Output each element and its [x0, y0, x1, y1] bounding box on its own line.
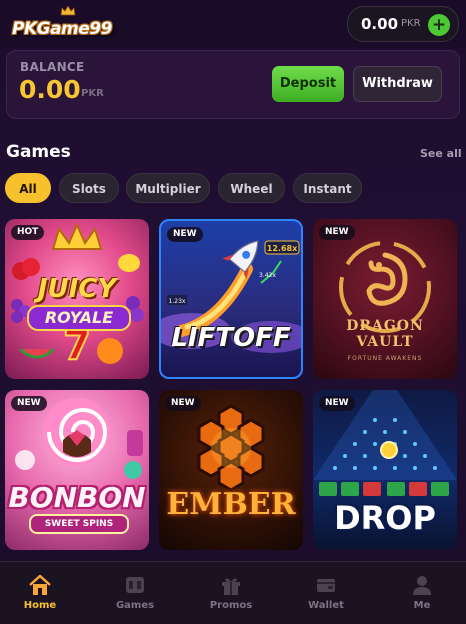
filter-chip-multiplier[interactable]: Multiplier	[126, 173, 210, 203]
deposit-button[interactable]: Deposit	[272, 66, 344, 102]
nav-item-home[interactable]: Home	[0, 562, 80, 624]
brand-logo[interactable]: PKGame99	[12, 6, 112, 42]
nav-label: Games	[115, 600, 155, 611]
game-title: DROP	[334, 499, 436, 537]
nav-item-games[interactable]: Games	[95, 562, 175, 624]
nav-label: Promos	[209, 600, 253, 611]
tile-badge: NEW	[319, 396, 355, 411]
tile-badge: NEW	[167, 227, 203, 242]
logo-wordmark: PKGame99	[12, 17, 112, 41]
game-title-line1: DRAGON	[346, 318, 424, 334]
tile-badge: NEW	[165, 396, 201, 411]
hexagon-lava-art	[197, 404, 265, 492]
game-title-line2: VAULT	[356, 334, 414, 350]
filter-chip-wheel[interactable]: Wheel	[218, 173, 285, 203]
multiplier-label-mid: 3.42x	[259, 272, 276, 279]
tile-badge: NEW	[11, 396, 47, 411]
header-balance-currency: PKR	[401, 18, 421, 29]
filter-chip-all[interactable]: All	[5, 173, 51, 203]
multiplier-label-high: 12.68x	[267, 244, 298, 253]
header-wallet-pill[interactable]: 0.00 PKR +	[347, 6, 459, 42]
add-funds-button[interactable]: +	[428, 14, 450, 36]
balance-amount: 0.00	[19, 75, 81, 104]
multiplier-label-low: 1.23x	[169, 298, 186, 305]
balance-card: BALANCE 0.00 PKR Deposit Withdraw	[6, 50, 460, 119]
nav-item-me[interactable]: Me	[382, 562, 462, 624]
games-icon	[126, 577, 144, 593]
game-tile-ember[interactable]: NEW EMBER	[159, 390, 303, 550]
see-all-link[interactable]: See all	[420, 147, 462, 161]
game-tile-juicy-royale[interactable]: 7 HOT JUICY ROYALE	[5, 219, 149, 379]
tile-badge: HOT	[11, 225, 45, 240]
app-header: PKGame99 0.00 PKR +	[0, 0, 466, 48]
filter-chip-slots[interactable]: Slots	[59, 173, 119, 203]
nav-label: Home	[23, 600, 57, 611]
games-section-title: Games	[6, 142, 71, 162]
game-title-line2: ROYALE	[27, 305, 131, 331]
home-icon	[29, 574, 51, 595]
balance-label: BALANCE	[20, 60, 85, 74]
crown-icon	[60, 6, 76, 16]
tile-badge: NEW	[319, 225, 355, 240]
game-title-line1: JUICY	[37, 274, 117, 304]
header-balance-amount: 0.00	[361, 15, 399, 33]
rocket-art: 12.68x 3.42x 1.23x	[161, 240, 301, 353]
nav-item-promos[interactable]: Promos	[191, 562, 271, 624]
game-title: LIFTOFF	[171, 323, 291, 353]
filter-chip-instant[interactable]: Instant	[293, 173, 362, 203]
game-tile-dragon-vault[interactable]: NEW DRAGON VAULT FORTUNE AWAKENS	[313, 219, 457, 379]
nav-item-wallet[interactable]: Wallet	[286, 562, 366, 624]
game-subtitle: FORTUNE AWAKENS	[347, 355, 423, 362]
nav-label: Wallet	[308, 600, 344, 611]
balance-currency: PKR	[81, 88, 104, 99]
withdraw-button[interactable]: Withdraw	[353, 66, 442, 102]
game-tile-drop[interactable]: NEW DROP	[313, 390, 457, 550]
game-subtitle: SWEET SPINS	[29, 514, 129, 534]
game-title: BONBON	[8, 481, 146, 514]
game-title: EMBER	[166, 487, 296, 522]
nav-label: Me	[413, 600, 431, 611]
game-tile-bonbon[interactable]: NEW BONBON SWEET SPINS	[5, 390, 149, 550]
gift-icon	[222, 578, 240, 595]
user-icon	[413, 576, 431, 595]
game-tile-liftoff[interactable]: 12.68x 3.42x 1.23x NEW LIFTOFF	[159, 219, 303, 379]
wallet-icon	[317, 579, 335, 592]
bottom-navigation: Home Games Promos Wallet Me	[0, 561, 466, 624]
